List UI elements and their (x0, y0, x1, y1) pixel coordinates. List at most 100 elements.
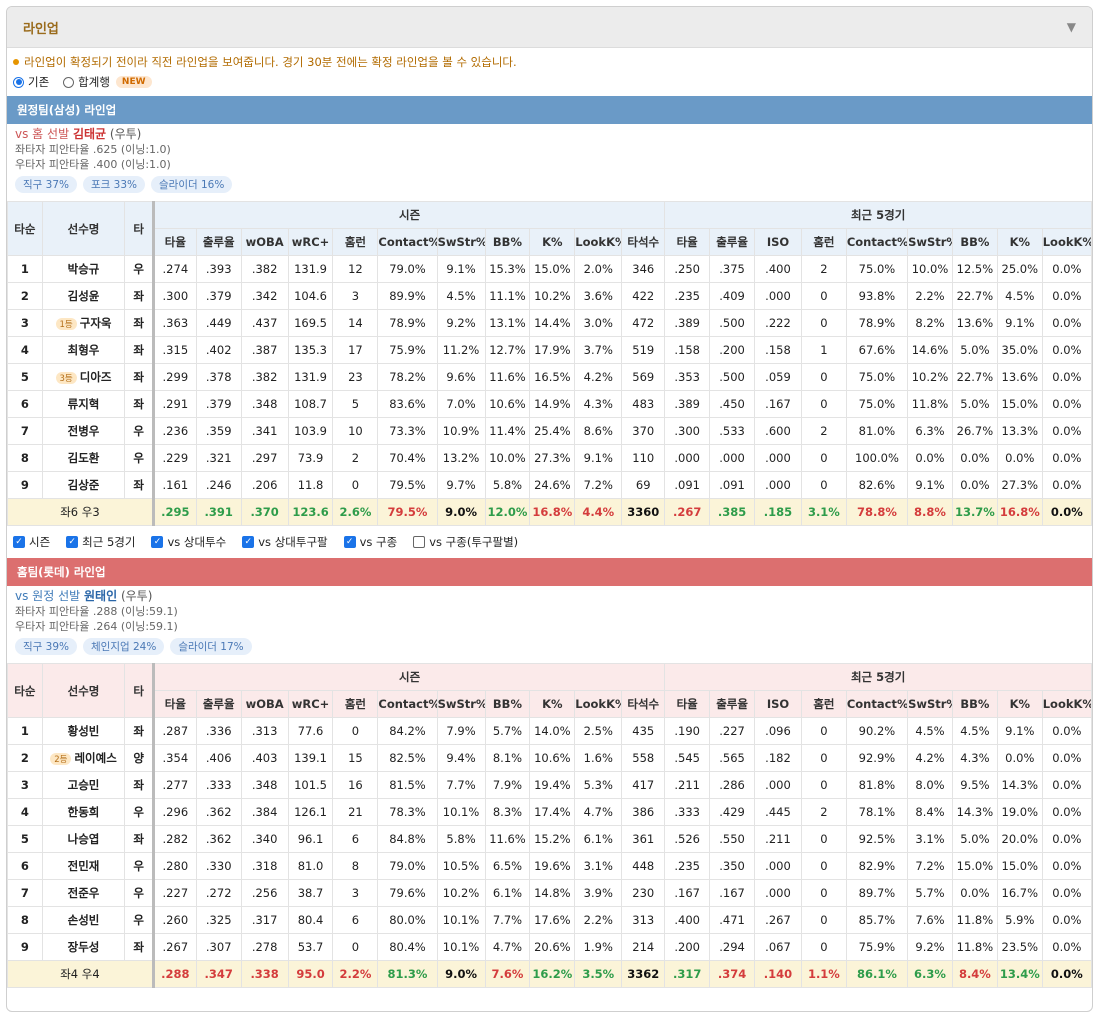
season-col-header[interactable]: BB% (484, 690, 531, 718)
recent-col-header[interactable]: ISO (754, 690, 802, 718)
season-col-header[interactable]: 타석수 (621, 690, 666, 718)
recent-col-header[interactable]: 타율 (664, 690, 711, 718)
season-col-header[interactable]: BB% (484, 228, 531, 256)
season-col-header[interactable]: Contact% (377, 228, 438, 256)
season-col-header[interactable]: 타율 (151, 228, 197, 256)
player-name-cell[interactable]: 전준우 (41, 879, 126, 907)
recent-stat: .000 (754, 282, 802, 310)
season-col-header[interactable]: 홈런 (332, 228, 379, 256)
season-col-header[interactable]: 타석수 (621, 228, 666, 256)
player-name[interactable]: 전병우 (68, 424, 100, 438)
player-name-cell[interactable]: 손성빈 (41, 906, 126, 934)
player-name[interactable]: 나승엽 (68, 832, 100, 846)
season-col-header[interactable]: SwStr% (436, 690, 486, 718)
recent-col-header[interactable]: K% (996, 228, 1043, 256)
filter-checkbox[interactable]: vs 구종(투구팔별) (413, 534, 518, 550)
player-name-cell[interactable]: 김성윤 (41, 282, 126, 310)
season-col-header[interactable]: K% (529, 228, 576, 256)
checkbox-icon[interactable]: ✓ (66, 536, 79, 548)
filter-checkbox[interactable]: ✓ vs 상대투구팔 (242, 534, 328, 550)
recent-col-header[interactable]: 홈런 (800, 690, 847, 718)
season-col-header[interactable]: K% (529, 690, 576, 718)
player-name-cell[interactable]: 류지혁 (41, 390, 126, 418)
season-col-header[interactable]: 타율 (151, 690, 197, 718)
recent-col-header[interactable]: LookK% (1041, 228, 1092, 256)
recent-col-header[interactable]: ISO (754, 228, 802, 256)
player-name[interactable]: 최형우 (68, 343, 100, 357)
season-col-header[interactable]: SwStr% (436, 228, 486, 256)
recent-col-header[interactable]: 타율 (664, 228, 711, 256)
recent-col-header[interactable]: BB% (951, 690, 998, 718)
player-name-cell[interactable]: 김상준 (41, 471, 126, 499)
checkbox-icon[interactable]: ✓ (242, 536, 255, 548)
radio-default-circle[interactable] (13, 76, 24, 88)
player-name[interactable]: 박승규 (68, 262, 100, 276)
season-col-header[interactable]: 출루율 (195, 228, 242, 256)
player-name-cell[interactable]: 전민재 (41, 852, 126, 880)
recent-col-header[interactable]: 홈런 (800, 228, 847, 256)
radio-sum-circle[interactable] (63, 76, 75, 88)
filter-checkbox[interactable]: ✓ 최근 5경기 (66, 534, 135, 550)
summary-season-stat: 3362 (621, 960, 666, 988)
player-name-cell[interactable]: 3등 디아즈 (41, 363, 126, 391)
checkbox-icon[interactable]: ✓ (13, 536, 25, 548)
season-col-header[interactable]: wOBA (240, 690, 289, 718)
home-opp-pitcher-name[interactable]: 원태인 (84, 589, 117, 603)
player-name-cell[interactable]: 황성빈 (41, 717, 126, 745)
player-name[interactable]: 디아즈 (80, 370, 112, 384)
season-col-header[interactable]: 출루율 (195, 690, 242, 718)
recent-col-header[interactable]: 출루율 (709, 228, 756, 256)
player-name-cell[interactable]: 한동희 (41, 798, 126, 826)
player-name-cell[interactable]: 박승규 (41, 255, 126, 283)
recent-col-header[interactable]: K% (996, 690, 1043, 718)
filter-checkbox[interactable]: ✓ 시즌 (13, 534, 50, 550)
player-name[interactable]: 손성빈 (68, 913, 100, 927)
filter-checkbox[interactable]: ✓ vs 구종 (343, 534, 397, 550)
player-name[interactable]: 장두성 (68, 940, 100, 954)
recent-stat: 25.0% (996, 255, 1043, 283)
away-opp-pitcher-name[interactable]: 김태균 (73, 127, 106, 141)
checkbox-icon[interactable]: ✓ (343, 536, 356, 548)
recent-col-header[interactable]: BB% (951, 228, 998, 256)
player-name-cell[interactable]: 1등 구자욱 (41, 309, 126, 337)
player-name-cell[interactable]: 김도환 (41, 444, 126, 472)
season-col-header[interactable]: wOBA (240, 228, 289, 256)
panel-header[interactable]: 라인업 ▼ (7, 7, 1092, 48)
table-row: 7 전병우 우 .236.359.341 103.9 10 73.3% 10.9% 11.4% 2… (7, 417, 1092, 445)
player-name-cell[interactable]: 장두성 (41, 933, 126, 961)
radio-view-sum[interactable]: 합계행 (63, 74, 110, 90)
player-name[interactable]: 김상준 (68, 478, 100, 492)
player-name[interactable]: 전민재 (68, 859, 100, 873)
player-name[interactable]: 김성윤 (68, 289, 100, 303)
recent-col-header[interactable]: 출루율 (709, 690, 756, 718)
checkbox-icon[interactable]: ✓ (151, 536, 164, 548)
season-col-header[interactable]: LookK% (574, 228, 623, 256)
player-name[interactable]: 한동희 (68, 805, 100, 819)
season-col-header[interactable]: wRC+ (287, 690, 334, 718)
player-name[interactable]: 황성빈 (68, 724, 100, 738)
filter-checkbox[interactable]: ✓ vs 상대투수 (151, 534, 226, 550)
player-name[interactable]: 레이예스 (74, 751, 116, 765)
season-col-header[interactable]: LookK% (574, 690, 623, 718)
collapse-chevron-icon[interactable]: ▼ (1067, 20, 1076, 34)
player-name-cell[interactable]: 최형우 (41, 336, 126, 364)
player-name-cell[interactable]: 전병우 (41, 417, 126, 445)
checkbox-icon[interactable] (413, 536, 426, 548)
season-col-header[interactable]: 홈런 (332, 690, 379, 718)
player-name[interactable]: 전준우 (68, 886, 100, 900)
radio-view-default[interactable]: 기존 (13, 74, 49, 90)
recent-col-header[interactable]: SwStr% (907, 228, 953, 256)
recent-col-header[interactable]: Contact% (845, 228, 909, 256)
season-col-header[interactable]: Contact% (377, 690, 438, 718)
player-name-cell[interactable]: 2등 레이예스 (41, 744, 126, 772)
player-name[interactable]: 구자욱 (80, 316, 112, 330)
player-name[interactable]: 김도환 (68, 451, 100, 465)
player-name[interactable]: 류지혁 (68, 397, 100, 411)
player-name-cell[interactable]: 나승엽 (41, 825, 126, 853)
player-name[interactable]: 고승민 (68, 778, 100, 792)
recent-col-header[interactable]: LookK% (1041, 690, 1092, 718)
season-col-header[interactable]: wRC+ (287, 228, 334, 256)
player-name-cell[interactable]: 고승민 (41, 771, 126, 799)
recent-col-header[interactable]: SwStr% (907, 690, 953, 718)
recent-col-header[interactable]: Contact% (845, 690, 909, 718)
